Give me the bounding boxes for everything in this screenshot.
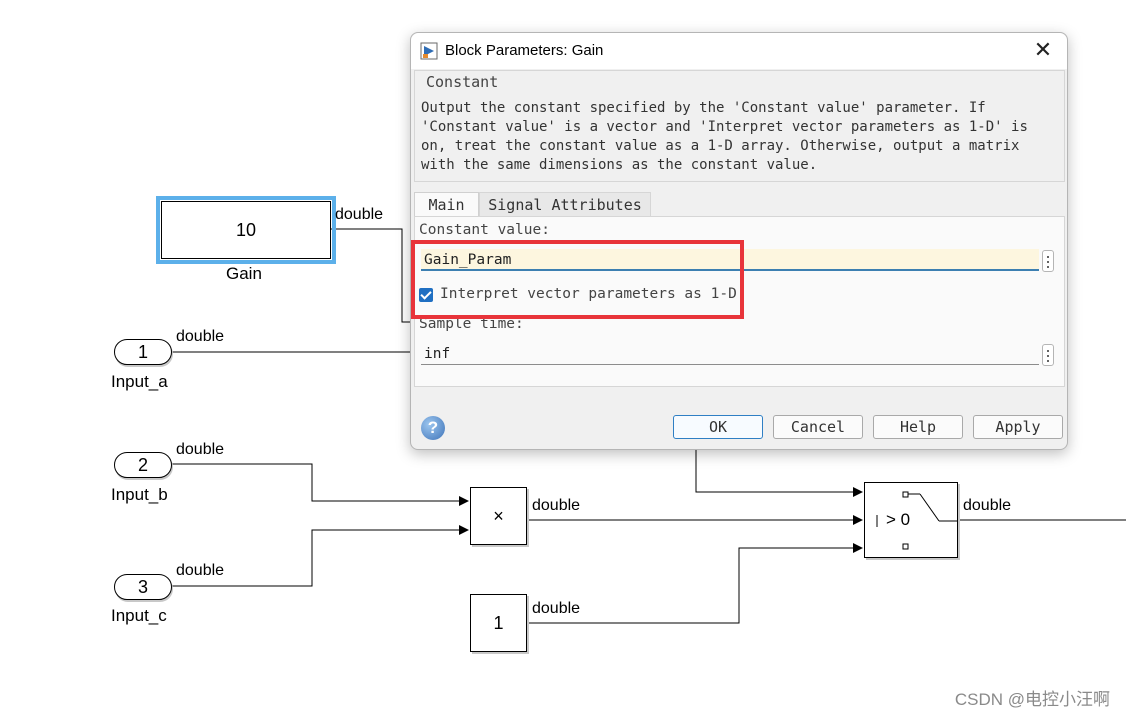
tab-main[interactable]: Main	[414, 192, 479, 217]
help-icon[interactable]: ?	[421, 416, 445, 440]
cancel-button[interactable]: Cancel	[773, 415, 863, 439]
signal-line-dialog-to-switch	[695, 448, 863, 497]
watermark: CSDN @电控小汪啊	[954, 690, 1110, 709]
signal-line-gain	[331, 228, 412, 323]
constant-block[interactable]: 1	[470, 594, 527, 652]
inport-1-name: Input_a	[111, 372, 168, 391]
ok-button[interactable]: OK	[673, 415, 763, 439]
inport-1[interactable]: 1	[114, 339, 172, 365]
tab-signal-attributes[interactable]: Signal Attributes	[479, 192, 651, 217]
inport-3-name: Input_c	[111, 606, 167, 625]
block-parameters-dialog[interactable]: Block Parameters: Gain ✕ Constant Output…	[410, 32, 1068, 450]
simulink-block-icon	[420, 42, 438, 60]
gain-block[interactable]: 10	[156, 196, 336, 264]
product-signal-label: double	[532, 497, 581, 514]
help-button[interactable]: Help	[873, 415, 963, 439]
block-description: Output the constant specified by the 'Co…	[421, 100, 1028, 173]
gain-block-value: 10	[235, 219, 257, 240]
signal-line-input-b	[171, 463, 469, 506]
product-symbol: ×	[493, 505, 504, 526]
sample-time-field[interactable]: inf	[421, 343, 1039, 365]
inport-2[interactable]: 2	[114, 452, 172, 478]
gain-block-name: Gain	[226, 264, 262, 283]
dialog-title: Block Parameters: Gain	[445, 42, 604, 59]
close-icon[interactable]: ✕	[1031, 37, 1055, 63]
sample-time-more-icon[interactable]	[1042, 344, 1054, 366]
description-group-title: Constant	[424, 73, 501, 91]
constant-block-value: 1	[493, 612, 504, 633]
inport-3[interactable]: 3	[114, 574, 172, 600]
inport-1-number: 1	[137, 341, 148, 362]
input-b-signal-label: double	[176, 441, 225, 458]
input-a-signal-label: double	[176, 328, 225, 345]
apply-button[interactable]: Apply	[973, 415, 1063, 439]
dialog-titlebar[interactable]: Block Parameters: Gain ✕	[411, 33, 1067, 69]
switch-signal-label: double	[963, 497, 1012, 514]
annotation-highlight-box	[411, 240, 744, 319]
constant-value-label: Constant value:	[419, 222, 550, 238]
constant-value-more-icon[interactable]	[1042, 250, 1054, 272]
switch-criteria: > 0	[886, 510, 911, 529]
product-block[interactable]: ×	[470, 487, 527, 545]
input-c-signal-label: double	[176, 562, 225, 579]
inport-3-number: 3	[137, 576, 148, 597]
gain-signal-label: double	[335, 206, 384, 223]
inport-2-name: Input_b	[111, 485, 168, 504]
switch-icon	[876, 491, 957, 550]
switch-block[interactable]: > 0	[864, 482, 958, 558]
constant-signal-label: double	[532, 600, 581, 617]
inport-2-number: 2	[137, 454, 148, 475]
